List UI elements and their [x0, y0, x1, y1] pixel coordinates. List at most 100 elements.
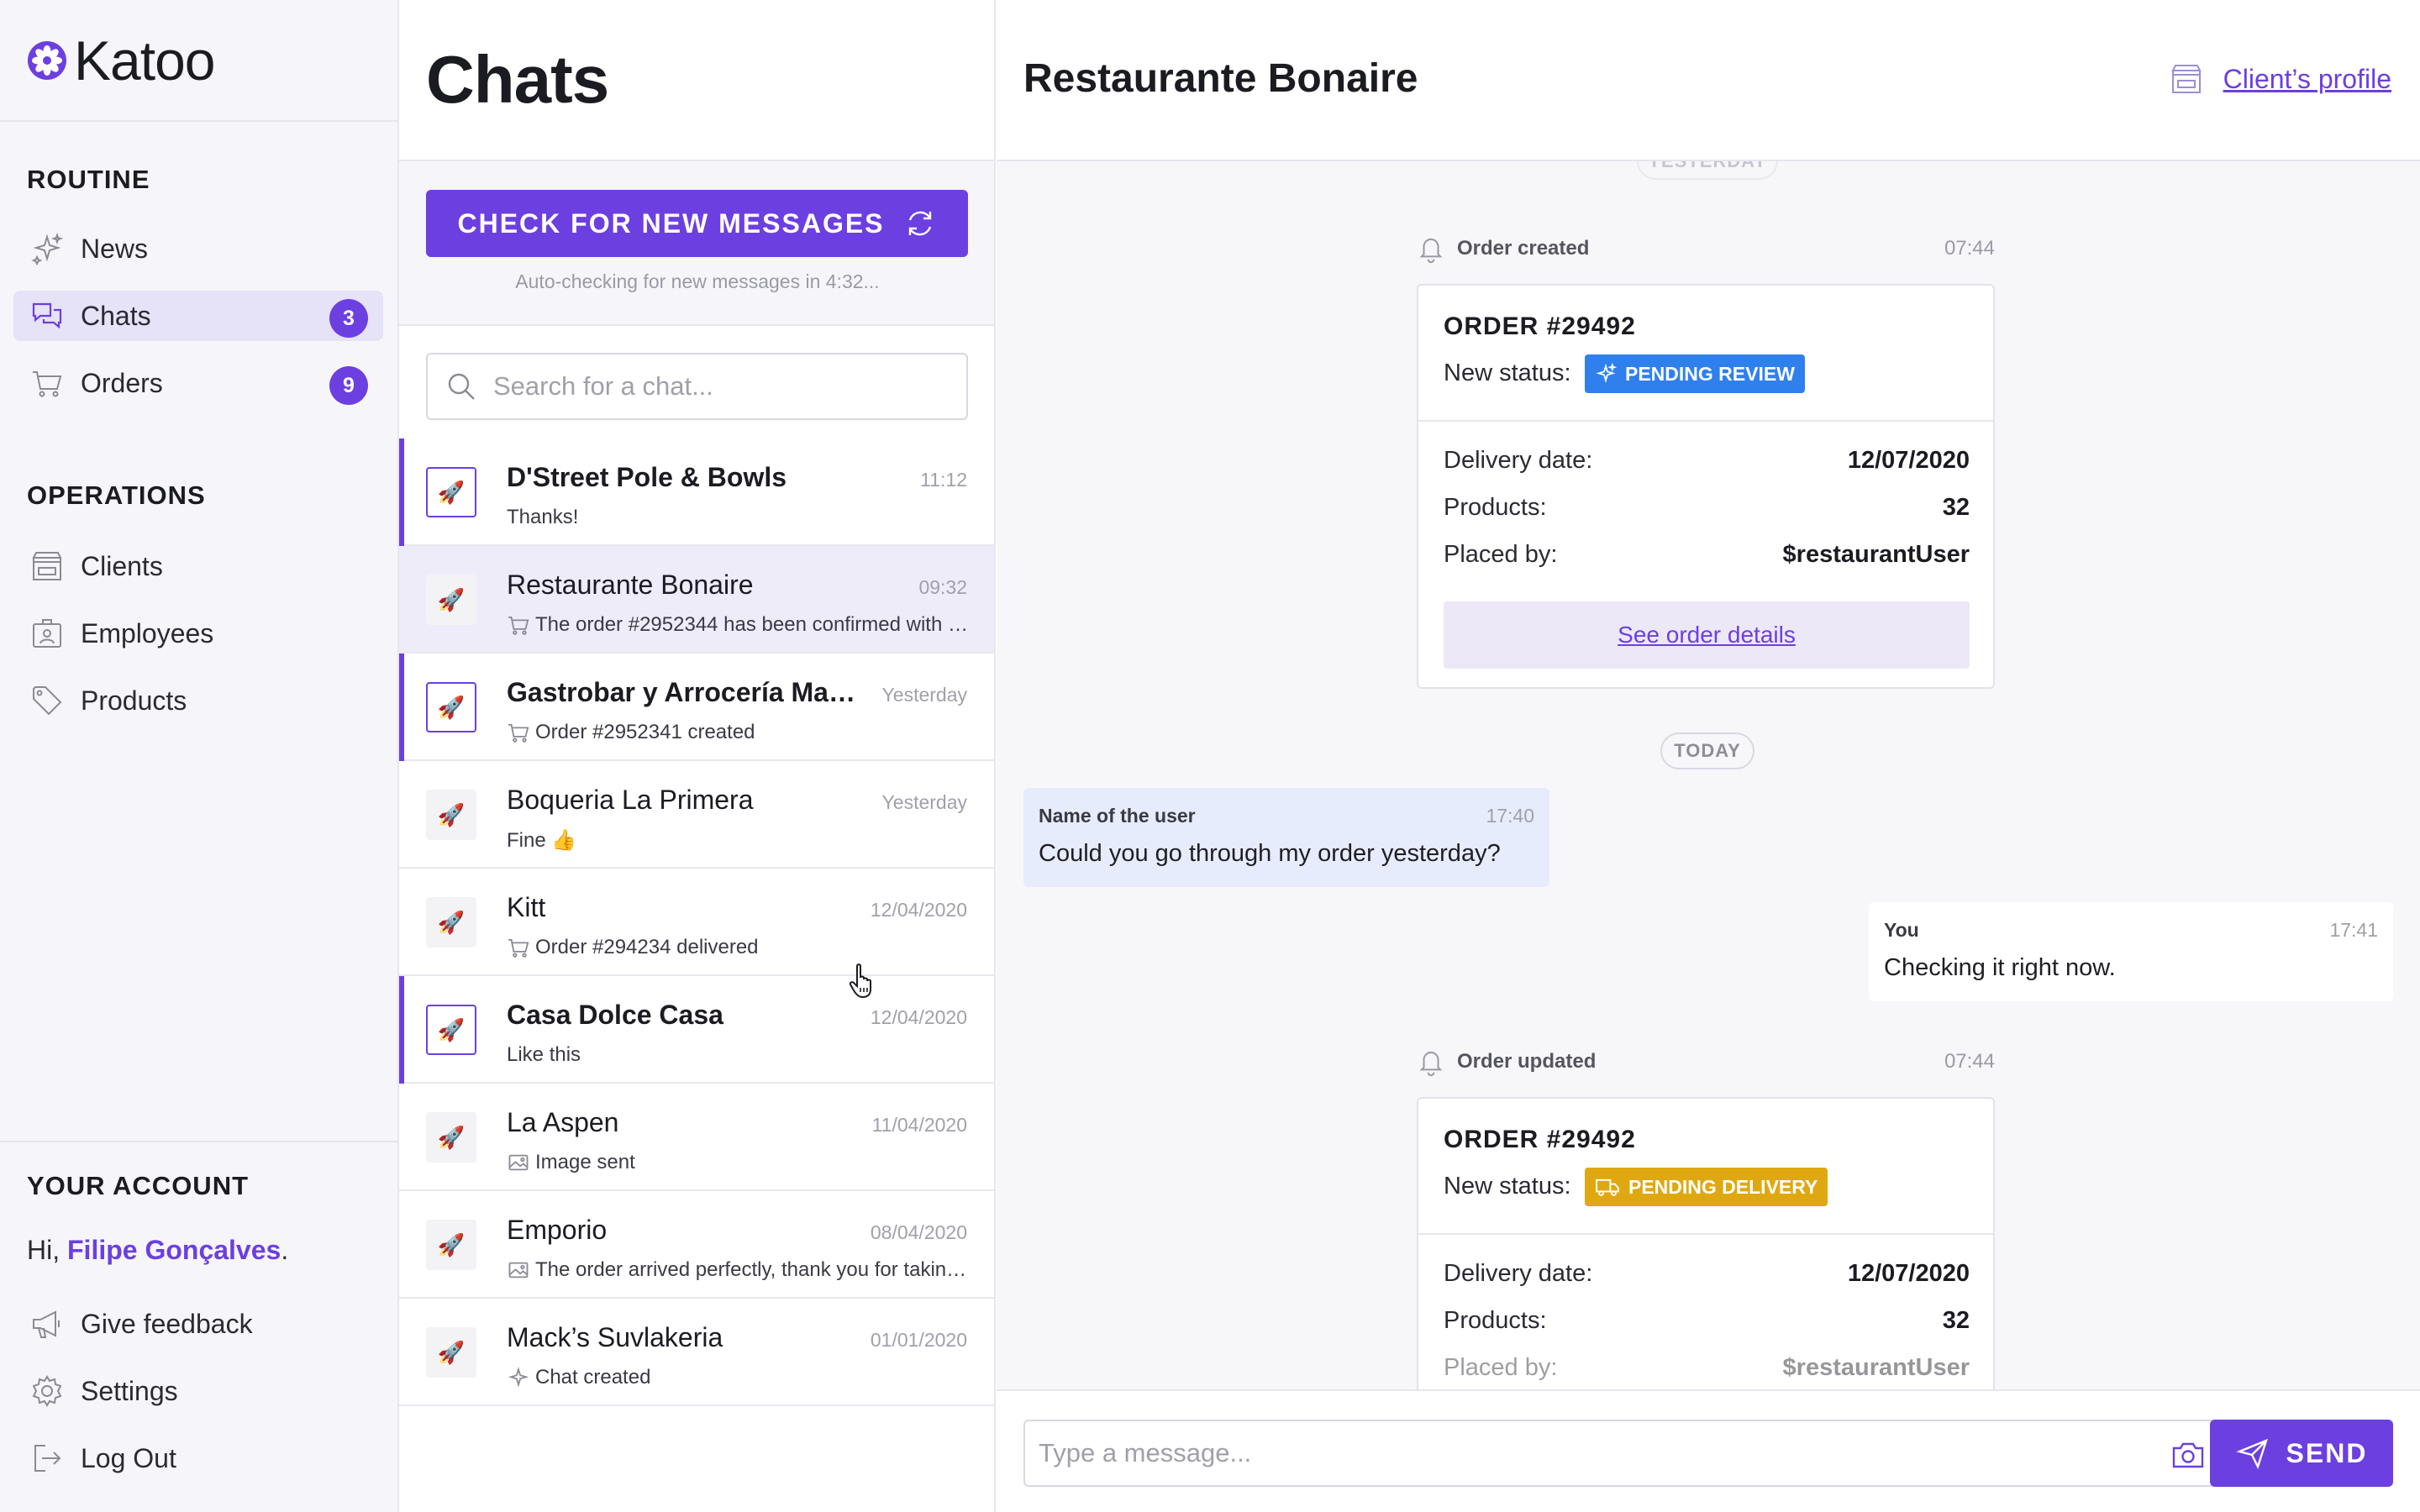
placed-by-row: Placed by: $restaurantUser — [1444, 541, 1970, 569]
camera-icon[interactable] — [2171, 1440, 2205, 1470]
badge-icon — [33, 619, 61, 648]
chat-name: D'Street Pole & Bowls — [507, 462, 787, 492]
sidebar-item-employees[interactable]: Employees — [13, 608, 383, 659]
chat-preview: Thanks! — [507, 506, 977, 529]
chat-time: 08/04/2020 — [870, 1221, 967, 1243]
delivery-date-label: Delivery date: — [1444, 1260, 1593, 1287]
delivery-date-row: Delivery date: 12/07/2020 — [1444, 447, 1970, 475]
bell-icon — [1419, 239, 1443, 264]
chat-name: La Aspen — [507, 1107, 619, 1137]
check-new-messages-button[interactable]: CHECK FOR NEW MESSAGES — [426, 190, 968, 257]
sidebar-item-label: Products — [81, 685, 187, 716]
account-section: YOUR ACCOUNT Hi, Filipe Gonçalves. Give … — [0, 1141, 397, 1512]
chat-avatar: 🚀 — [426, 897, 476, 948]
chat-preview-text: Fine 👍 — [507, 829, 577, 852]
sidebar-item-label: Log Out — [81, 1442, 176, 1473]
chat-row-emporio[interactable]: 🚀 Emporio 08/04/2020 The order arrived p… — [399, 1191, 994, 1299]
sidebar-item-label: News — [81, 233, 149, 264]
rocket-icon: 🚀 — [437, 909, 466, 935]
conversation-title: Restaurante Bonaire — [1023, 56, 1418, 101]
message-input[interactable] — [1025, 1438, 2151, 1468]
chat-row-kitt[interactable]: 🚀 Kitt 12/04/2020 Order #294234 delivere… — [399, 869, 994, 976]
message-thread[interactable]: YESTERDAY Order created 07:44 ORDER #294… — [997, 161, 2420, 1389]
chat-preview-text: Order #2952341 created — [535, 721, 755, 743]
chat-avatar: 🚀 — [426, 1327, 476, 1378]
chat-avatar: 🚀 — [426, 790, 476, 840]
sidebar-item-label: Chats — [81, 300, 151, 331]
chat-avatar: 🚀 — [426, 1005, 476, 1055]
sidebar-item-label: Orders — [81, 367, 163, 398]
message-time: 17:41 — [2329, 919, 2378, 941]
sidebar-item-settings[interactable]: Settings — [13, 1366, 383, 1416]
chat-row-casa-dolce[interactable]: 🚀 Casa Dolce Casa 12/04/2020 Like this — [399, 976, 994, 1084]
rocket-icon: 🚀 — [437, 586, 466, 612]
hand-cursor-icon — [849, 963, 871, 999]
chat-list: 🚀 D'Street Pole & Bowls 11:12 Thanks! 🚀 … — [399, 438, 994, 1406]
event-order-updated: Order updated 07:44 — [1417, 1045, 1995, 1079]
chat-name: Kitt — [507, 892, 546, 922]
chat-row-gastrobar[interactable]: 🚀 Gastrobar y Arrocería Malvarrosa Yeste… — [399, 654, 994, 761]
chat-row-boqueria[interactable]: 🚀 Boqueria La Primera Yesterday Fine 👍 — [399, 761, 994, 869]
store-icon — [2170, 65, 2202, 93]
auto-check-countdown: Auto-checking for new messages in 4:32..… — [515, 270, 880, 292]
event-label: Order updated — [1457, 1050, 1597, 1073]
send-button[interactable]: SEND — [2210, 1420, 2393, 1487]
sidebar-item-chats[interactable]: Chats 3 — [13, 291, 383, 341]
delivery-date-row: Delivery date: 12/07/2020 — [1444, 1260, 1970, 1288]
chat-preview: The order arrived perfectly, thank you f… — [507, 1258, 977, 1282]
placed-by-label: Placed by: — [1444, 1354, 1558, 1381]
message-author: Name of the user — [1039, 805, 1196, 827]
event-label: Order created — [1457, 237, 1590, 260]
conversation-header: Restaurante Bonaire Client’s profile — [997, 0, 2420, 161]
see-order-details-link[interactable]: See order details — [1444, 601, 1970, 669]
chat-avatar: 🚀 — [426, 682, 476, 732]
chat-row-macks[interactable]: 🚀 Mack’s Suvlakeria 01/01/2020 Chat crea… — [399, 1299, 994, 1406]
search-input[interactable] — [493, 371, 964, 402]
megaphone-icon — [33, 1310, 60, 1338]
sidebar-item-orders[interactable]: Orders 9 — [13, 358, 383, 408]
products-row: Products: 32 — [1444, 1307, 1970, 1335]
chat-preview-text: The order arrived perfectly, thank you f… — [535, 1258, 977, 1281]
search-box[interactable] — [426, 353, 968, 420]
sidebar-item-products[interactable]: Products — [13, 675, 383, 726]
search-icon — [448, 373, 475, 400]
sidebar: Katoo ROUTINE News Chats 3 Orders 9 OPER… — [0, 0, 399, 1512]
status-badge-pending-review: PENDING REVIEW — [1585, 354, 1805, 393]
chat-time: 01/01/2020 — [870, 1329, 967, 1351]
sidebar-item-logout[interactable]: Log Out — [13, 1433, 383, 1483]
sidebar-item-clients[interactable]: Clients — [13, 541, 383, 591]
rocket-icon: 🚀 — [437, 801, 466, 827]
message-incoming[interactable]: Name of the user 17:40 Could you go thro… — [1023, 788, 1549, 887]
chat-row-dstreet[interactable]: 🚀 D'Street Pole & Bowls 11:12 Thanks! — [399, 438, 994, 546]
user-name-link[interactable]: Filipe Gonçalves — [67, 1235, 281, 1265]
status-text: PENDING REVIEW — [1625, 362, 1795, 385]
app-window: Katoo ROUTINE News Chats 3 Orders 9 OPER… — [0, 0, 2420, 1512]
message-author: You — [1884, 919, 1919, 941]
chat-time: Yesterday — [881, 684, 967, 706]
message-outgoing[interactable]: You 17:41 Checking it right now. — [1869, 902, 2393, 1001]
client-profile-link[interactable]: Client’s profile — [2168, 62, 2391, 96]
products-value: 32 — [1942, 1307, 1970, 1334]
send-icon — [2235, 1438, 2268, 1470]
sidebar-item-feedback[interactable]: Give feedback — [13, 1299, 383, 1349]
chat-avatar: 🚀 — [426, 575, 476, 625]
brand-logo[interactable]: Katoo — [0, 0, 397, 122]
chat-preview: Order #2952341 created — [507, 721, 977, 744]
sidebar-item-news[interactable]: News — [13, 223, 383, 274]
chat-avatar: 🚀 — [426, 467, 476, 517]
user-greeting: Hi, Filipe Gonçalves. — [27, 1235, 288, 1266]
tag-icon — [33, 686, 62, 716]
section-title-account: YOUR ACCOUNT — [27, 1171, 250, 1200]
message-input-box[interactable] — [1023, 1420, 2225, 1487]
message-text: Checking it right now. — [1884, 954, 2116, 981]
chat-preview: Like this — [507, 1043, 977, 1067]
rocket-icon: 🚀 — [437, 1124, 466, 1150]
delivery-date-label: Delivery date: — [1444, 447, 1593, 474]
sidebar-item-label: Employees — [81, 617, 214, 648]
cart-icon — [508, 616, 529, 635]
delivery-date-value: 12/07/2020 — [1847, 1260, 1970, 1287]
chat-row-bonaire[interactable]: 🚀 Restaurante Bonaire 09:32 The order #2… — [399, 546, 994, 654]
section-title-operations: OPERATIONS — [27, 480, 206, 510]
chat-row-la-aspen[interactable]: 🚀 La Aspen 11/04/2020 Image sent — [399, 1084, 994, 1191]
chat-name: Mack’s Suvlakeria — [507, 1322, 723, 1352]
